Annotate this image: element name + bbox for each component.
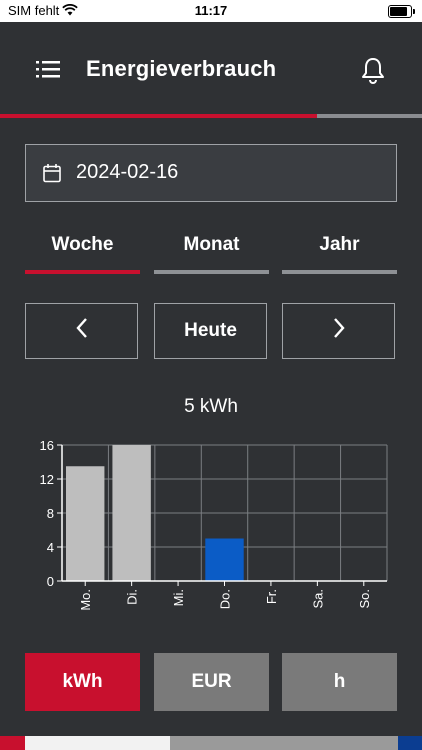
status-bar: SIM fehlt 11:17 [0, 0, 422, 22]
unit-label: EUR [191, 671, 232, 692]
chevron-right-icon [332, 317, 346, 345]
bar-di [112, 445, 151, 581]
unit-kwh-button[interactable]: kWh [25, 653, 140, 711]
bottom-color-strip [0, 736, 422, 750]
consumption-chart: 0 4 8 12 16 Mo. Di. Mi. Do. Fr. Sa. So. [40, 438, 388, 611]
y-tick-label: 16 [40, 438, 54, 453]
calendar-icon [42, 163, 62, 188]
bar-mo [66, 466, 105, 581]
x-tick-label: Di. [125, 589, 140, 605]
progress-fill [0, 114, 317, 118]
chevron-left-icon [75, 317, 89, 345]
today-button[interactable]: Heute [154, 303, 267, 359]
tab-indicator [154, 270, 269, 274]
x-tick-label: So. [357, 589, 372, 609]
chart-title: 5 kWh [184, 396, 238, 417]
x-tick-label: Sa. [310, 589, 325, 609]
y-tick-label: 4 [47, 540, 54, 555]
y-tick-label: 12 [40, 472, 54, 487]
y-tick-label: 0 [47, 574, 54, 589]
unit-label: kWh [62, 671, 103, 692]
next-button[interactable] [282, 303, 395, 359]
hamburger-menu-icon[interactable] [34, 58, 62, 80]
y-tick-label: 8 [47, 506, 54, 521]
page-title: Energieverbrauch [86, 56, 277, 81]
unit-eur-button[interactable]: EUR [154, 653, 269, 711]
previous-button[interactable] [25, 303, 138, 359]
date-field[interactable]: 2024-02-16 [25, 144, 397, 202]
today-label: Heute [184, 320, 237, 341]
x-tick-label: Fr. [264, 589, 279, 604]
x-tick-label: Mi. [171, 589, 186, 606]
tab-monat[interactable]: Monat [154, 226, 269, 276]
tab-jahr[interactable]: Jahr [282, 226, 397, 276]
app-header: Energieverbrauch [0, 22, 422, 114]
bar-do [205, 538, 244, 581]
tab-label: Woche [51, 234, 114, 255]
tab-label: Monat [183, 234, 240, 255]
tab-woche[interactable]: Woche [25, 226, 140, 276]
clock: 11:17 [194, 3, 228, 18]
tab-indicator [282, 270, 397, 274]
unit-label: h [333, 671, 346, 692]
x-tick-label: Mo. [78, 589, 93, 611]
tab-label: Jahr [319, 234, 360, 255]
progress-bar [0, 114, 422, 118]
tab-indicator [25, 270, 140, 274]
x-tick-label: Do. [218, 589, 233, 609]
bell-icon[interactable] [360, 56, 386, 84]
battery-icon [388, 5, 415, 18]
unit-h-button[interactable]: h [282, 653, 397, 711]
date-value: 2024-02-16 [76, 161, 179, 183]
